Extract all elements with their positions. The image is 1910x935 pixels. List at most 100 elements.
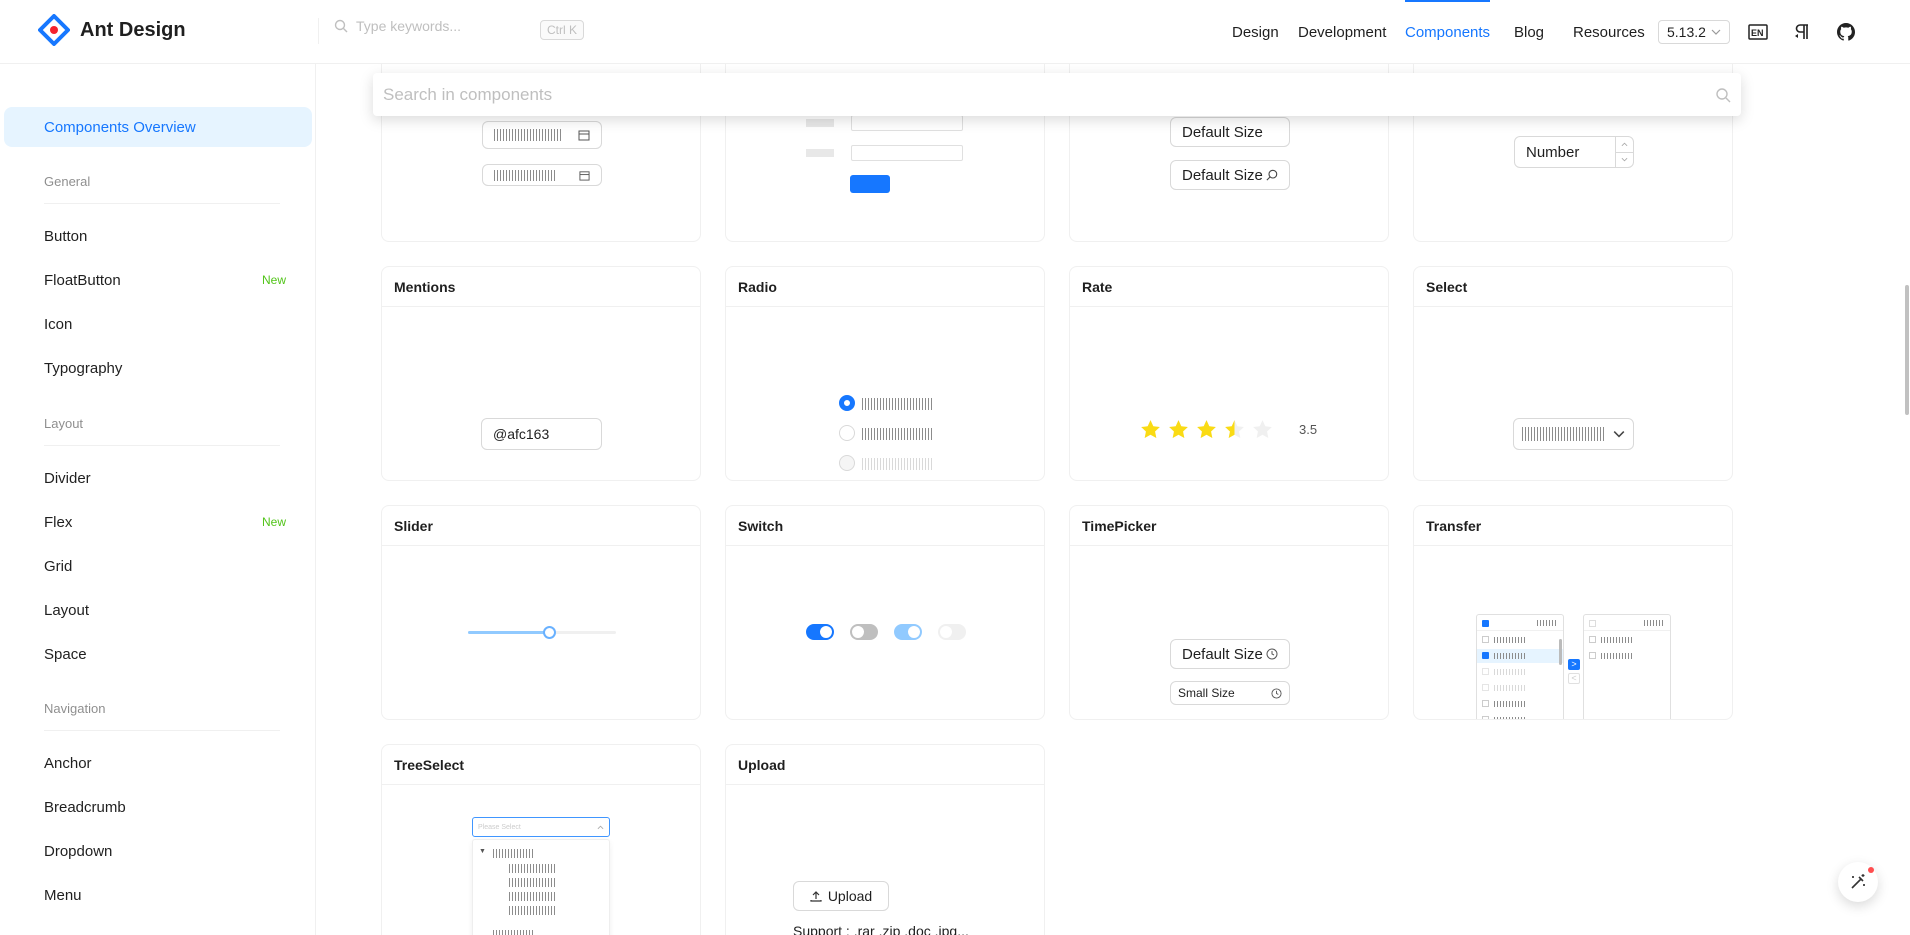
theme-editor-float-button[interactable] bbox=[1838, 862, 1878, 902]
component-search-input[interactable] bbox=[383, 84, 1715, 105]
input-value: Default Size bbox=[1182, 123, 1263, 141]
app-title: Ant Design bbox=[80, 18, 186, 41]
select-value bbox=[1522, 427, 1606, 441]
sidebar-item-breadcrumb[interactable]: Breadcrumb bbox=[44, 799, 126, 816]
upload-icon bbox=[810, 891, 822, 902]
upload-button: Upload bbox=[793, 881, 889, 911]
radio-unchecked bbox=[839, 425, 855, 441]
sidebar-item-space[interactable]: Space bbox=[44, 646, 87, 663]
sidebar-item-flex[interactable]: Flex bbox=[44, 514, 72, 531]
slider-handle bbox=[543, 626, 557, 639]
card-title: TreeSelect bbox=[382, 745, 700, 785]
input-number-value: Number bbox=[1526, 143, 1580, 161]
star-icon bbox=[1253, 420, 1272, 439]
upload-button-label: Upload bbox=[827, 888, 873, 904]
star-icon bbox=[1141, 420, 1160, 439]
nav-blog[interactable]: Blog bbox=[1514, 0, 1544, 64]
date-input bbox=[482, 164, 602, 186]
form-field bbox=[851, 115, 963, 131]
timepicker-value: Default Size bbox=[1182, 645, 1263, 663]
card-title: Upload bbox=[726, 745, 1044, 785]
header-divider bbox=[318, 18, 319, 44]
clock-icon bbox=[1271, 687, 1282, 699]
chevron-down-icon bbox=[1616, 153, 1633, 168]
switch-card[interactable]: Switch bbox=[725, 505, 1045, 720]
mentions-card[interactable]: Mentions @afc163 bbox=[381, 266, 701, 481]
magic-wand-icon bbox=[1851, 874, 1865, 889]
sidebar-item-dropdown[interactable]: Dropdown bbox=[44, 843, 112, 860]
slider-card[interactable]: Slider bbox=[381, 505, 701, 720]
switch-disabled-off bbox=[938, 624, 966, 640]
card-title: TimePicker bbox=[1070, 506, 1388, 546]
nav-resources[interactable]: Resources bbox=[1573, 0, 1645, 64]
sidebar-item-anchor[interactable]: Anchor bbox=[44, 755, 92, 772]
search-icon bbox=[1266, 169, 1278, 181]
treeselect-dropdown: ▼ bbox=[472, 839, 610, 935]
sidebar-item-divider[interactable]: Divider bbox=[44, 470, 91, 487]
timepicker-card[interactable]: TimePicker Default Size Small Size bbox=[1069, 505, 1389, 720]
search-icon[interactable] bbox=[1715, 87, 1731, 103]
date-input bbox=[482, 121, 602, 149]
switch-off bbox=[850, 624, 878, 640]
form-label bbox=[806, 119, 834, 127]
rate-card[interactable]: Rate 3.5 bbox=[1069, 266, 1389, 481]
sidebar-item-icon[interactable]: Icon bbox=[44, 316, 72, 333]
header-search-input[interactable] bbox=[356, 18, 526, 34]
nav-components[interactable]: Components bbox=[1405, 0, 1491, 64]
placeholder-text bbox=[494, 169, 556, 181]
radio-disabled bbox=[839, 455, 855, 471]
sidebar-group-layout: Layout bbox=[44, 416, 84, 431]
switch-on bbox=[806, 624, 834, 640]
sidebar-item-typography[interactable]: Typography bbox=[44, 360, 122, 377]
radio-checked bbox=[839, 395, 855, 411]
card-title: Rate bbox=[1070, 267, 1388, 307]
sidebar-item-layout[interactable]: Layout bbox=[44, 602, 89, 619]
sidebar-item-label: Components Overview bbox=[44, 119, 196, 136]
switch-disabled-on bbox=[894, 624, 922, 640]
card-title: Radio bbox=[726, 267, 1044, 307]
mentions-input: @afc163 bbox=[481, 418, 602, 450]
version-value: 5.13.2 bbox=[1667, 24, 1706, 40]
header-search[interactable] bbox=[334, 18, 526, 34]
radio-card[interactable]: Radio bbox=[725, 266, 1045, 481]
select-card[interactable]: Select bbox=[1413, 266, 1733, 481]
sidebar-group-general: General bbox=[44, 174, 91, 189]
version-select[interactable]: 5.13.2 bbox=[1658, 20, 1730, 44]
search-shortcut-badge: Ctrl K bbox=[540, 20, 584, 40]
header: Ant Design Ctrl K Design Development Com… bbox=[0, 0, 1910, 64]
sidebar-item-floatbutton[interactable]: FloatButton bbox=[44, 272, 121, 289]
github-icon[interactable] bbox=[1834, 20, 1858, 44]
card-title: Select bbox=[1414, 267, 1732, 307]
transfer-right-arrow-icon: > bbox=[1568, 659, 1580, 670]
sidebar-divider bbox=[44, 445, 280, 446]
nav-design[interactable]: Design bbox=[1232, 0, 1279, 64]
card-title: Switch bbox=[726, 506, 1044, 546]
clock-icon bbox=[1266, 648, 1278, 660]
treeselect-input: Please Select bbox=[472, 817, 610, 837]
treeselect-card[interactable]: TreeSelect Please Select ▼ bbox=[381, 744, 701, 935]
card-title: Mentions bbox=[382, 267, 700, 307]
svg-text:EN: EN bbox=[1751, 28, 1764, 38]
card-title: Transfer bbox=[1414, 506, 1732, 546]
component-search-overlay bbox=[373, 73, 1741, 116]
sidebar-item-grid[interactable]: Grid bbox=[44, 558, 72, 575]
language-switch-icon[interactable]: EN bbox=[1746, 20, 1770, 44]
upload-card[interactable]: Upload Upload Support : .rar .zip .doc .… bbox=[725, 744, 1045, 935]
sidebar-divider bbox=[44, 730, 280, 731]
caret-down-icon: ▼ bbox=[479, 848, 486, 855]
new-badge: New bbox=[262, 515, 287, 529]
rtl-direction-icon[interactable] bbox=[1790, 20, 1814, 44]
page-scrollbar[interactable] bbox=[1905, 285, 1909, 415]
transfer-card[interactable]: Transfer > < bbox=[1413, 505, 1733, 720]
calendar-icon bbox=[578, 130, 590, 141]
sidebar-item-button[interactable]: Button bbox=[44, 228, 87, 245]
transfer-left-arrow-icon: < bbox=[1568, 673, 1580, 684]
select-box bbox=[1513, 418, 1634, 450]
sidebar-divider bbox=[44, 203, 280, 204]
sidebar-item-menu[interactable]: Menu bbox=[44, 887, 82, 904]
logo[interactable]: Ant Design bbox=[38, 14, 186, 46]
nav-development[interactable]: Development bbox=[1298, 0, 1386, 64]
star-icon bbox=[1197, 420, 1216, 439]
rate-value: 3.5 bbox=[1299, 422, 1318, 437]
sidebar: Components Overview General Button Float… bbox=[0, 64, 316, 935]
